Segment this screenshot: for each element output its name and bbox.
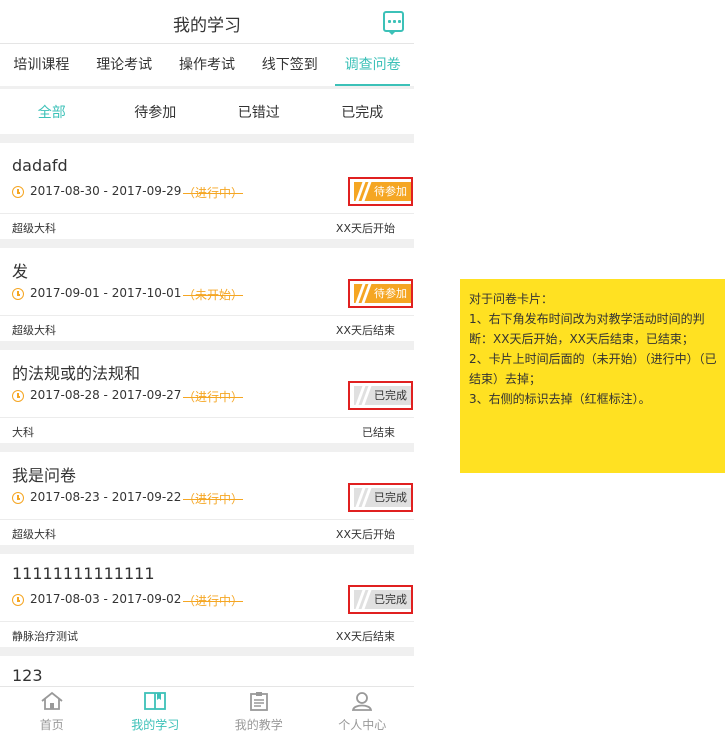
tab-training-courses[interactable]: 培训课程 — [0, 44, 83, 86]
tab-theory-exam[interactable]: 理论考试 — [83, 44, 166, 86]
note-line: 对于问卷卡片： — [469, 292, 554, 306]
app-header: 我的学习 — [0, 0, 414, 44]
tab-offline-checkin[interactable]: 线下签到 — [248, 44, 331, 86]
survey-timing: XX天后结束 — [335, 324, 395, 337]
survey-timing: XX天后开始 — [335, 528, 395, 541]
survey-name: dadafd — [12, 156, 68, 175]
status-badge: 已完成 — [354, 488, 411, 507]
bottom-nav: 首页 我的学习 我的教学 个人中心 — [0, 686, 414, 736]
highlight-box: 已完成 — [348, 585, 413, 614]
filter-all[interactable]: 全部 — [0, 92, 104, 134]
highlight-box: 待参加 — [348, 177, 413, 206]
nav-my-learning[interactable]: 我的学习 — [104, 687, 208, 736]
divider — [0, 134, 414, 143]
survey-dates: 2017-08-28 - 2017-09-27 — [30, 388, 182, 402]
note-line: 1、右下角发布时间改为对教学活动时间的判断：XX天后开始，XX天后结束，已结束； — [469, 312, 705, 346]
filter-completed[interactable]: 已完成 — [311, 92, 415, 134]
status-badge: 待参加 — [354, 182, 411, 201]
survey-status: （未开始） — [183, 288, 244, 302]
survey-card[interactable]: 123 — [0, 656, 414, 686]
survey-dates: 2017-08-30 - 2017-09-29 — [30, 184, 182, 198]
survey-card[interactable]: dadafd 2017-08-30 - 2017-09-29 （进行中） 待参加… — [0, 146, 414, 239]
survey-name: 的法规或的法规和 — [12, 364, 141, 383]
survey-category: 超级大科 — [12, 324, 56, 337]
filter-missed[interactable]: 已错过 — [207, 92, 311, 134]
highlight-box: 已完成 — [348, 483, 413, 512]
survey-status: （进行中） — [183, 186, 244, 200]
divider — [0, 341, 414, 350]
divider — [0, 545, 414, 554]
survey-timing: XX天后开始 — [335, 222, 395, 235]
filter-tabs: 全部 待参加 已错过 已完成 — [0, 92, 414, 134]
filter-pending[interactable]: 待参加 — [104, 92, 208, 134]
survey-category: 超级大科 — [12, 222, 56, 235]
nav-home[interactable]: 首页 — [0, 687, 104, 736]
nav-profile[interactable]: 个人中心 — [311, 687, 415, 736]
divider — [0, 647, 414, 656]
status-badge: 已完成 — [354, 386, 411, 405]
note-line: 2、卡片上时间后面的（未开始）（进行中）（已结束）去掉； — [469, 352, 717, 386]
home-icon — [41, 691, 63, 710]
survey-status: （进行中） — [183, 492, 244, 506]
divider — [0, 239, 414, 248]
tab-survey[interactable]: 调查问卷 — [331, 44, 414, 86]
survey-status: （进行中） — [183, 390, 244, 404]
clock-icon — [12, 492, 24, 504]
survey-dates: 2017-09-01 - 2017-10-01 — [30, 286, 182, 300]
divider — [0, 443, 414, 452]
survey-category: 大科 — [12, 426, 34, 439]
page-title: 我的学习 — [173, 16, 241, 36]
message-icon[interactable] — [383, 11, 404, 35]
survey-timing: 已结束 — [362, 426, 395, 439]
nav-my-teaching[interactable]: 我的教学 — [207, 687, 311, 736]
user-icon — [352, 692, 373, 711]
survey-status: （进行中） — [183, 594, 244, 608]
highlight-box: 待参加 — [348, 279, 413, 308]
note-line: 3、右侧的标识去掉（红框标注）。 — [469, 392, 651, 406]
survey-category: 静脉治疗测试 — [12, 630, 78, 643]
main-tabs: 培训课程 理论考试 操作考试 线下签到 调查问卷 — [0, 44, 414, 89]
survey-timing: XX天后结束 — [335, 630, 395, 643]
tab-practical-exam[interactable]: 操作考试 — [166, 44, 249, 86]
survey-card[interactable]: 发 2017-09-01 - 2017-10-01 （未开始） 待参加 超级大科… — [0, 248, 414, 341]
status-badge: 已完成 — [354, 590, 411, 609]
book-icon — [144, 692, 167, 710]
highlight-box: 已完成 — [348, 381, 413, 410]
clock-icon — [12, 594, 24, 606]
survey-dates: 2017-08-03 - 2017-09-02 — [30, 592, 182, 606]
survey-name: 11111111111111 — [12, 564, 155, 583]
survey-card[interactable]: 的法规或的法规和 2017-08-28 - 2017-09-27 （进行中） 已… — [0, 350, 414, 443]
clock-icon — [12, 186, 24, 198]
survey-card[interactable]: 我是问卷 2017-08-23 - 2017-09-22 （进行中） 已完成 超… — [0, 452, 414, 545]
clipboard-icon — [249, 692, 268, 711]
clock-icon — [12, 288, 24, 300]
phone-screen: 我的学习 培训课程 理论考试 操作考试 线下签到 调查问卷 全部 待参加 已错过… — [0, 0, 414, 736]
status-badge: 待参加 — [354, 284, 411, 303]
clock-icon — [12, 390, 24, 402]
survey-name: 发 — [12, 262, 29, 281]
survey-name: 123 — [12, 666, 43, 685]
survey-category: 超级大科 — [12, 528, 56, 541]
survey-name: 我是问卷 — [12, 466, 77, 485]
survey-card[interactable]: 11111111111111 2017-08-03 - 2017-09-02 （… — [0, 554, 414, 647]
annotation-note: 对于问卷卡片： 1、右下角发布时间改为对教学活动时间的判断：XX天后开始，XX天… — [460, 279, 725, 473]
survey-dates: 2017-08-23 - 2017-09-22 — [30, 490, 182, 504]
